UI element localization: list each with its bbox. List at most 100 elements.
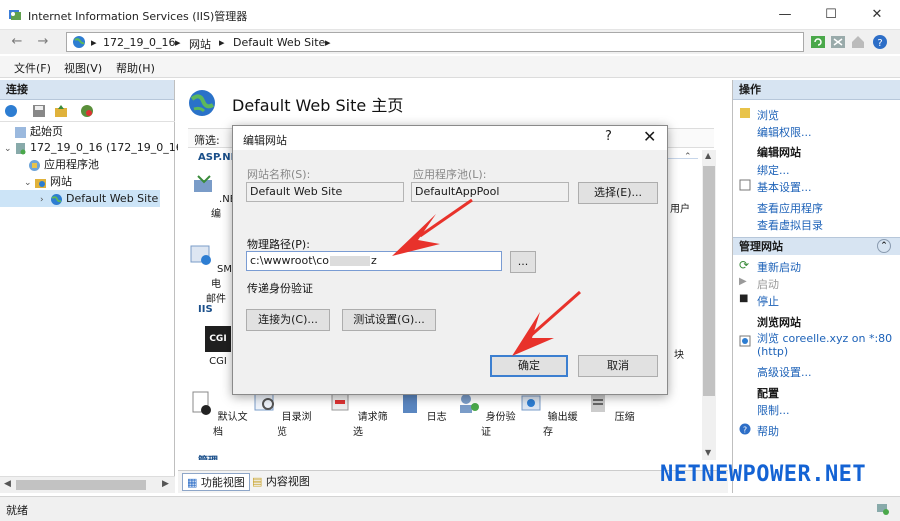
manage-site-header[interactable]: 管理网站 ⌃ [733, 237, 900, 255]
scroll-up-icon[interactable]: ▲ [705, 151, 711, 160]
sites-folder-icon [35, 178, 46, 188]
address-bar: ← → ▸ 172_19_0_16 ▸ 网站 ▸ Default Web Sit… [0, 30, 900, 54]
collapse-section-icon[interactable]: ⌃ [877, 239, 891, 253]
stop-icon[interactable] [829, 33, 847, 51]
action-advanced-settings[interactable]: 高级设置... [757, 364, 812, 380]
tree-item-start-page[interactable]: 起始页 [0, 123, 63, 140]
action-view-virtual-dirs[interactable]: 查看虚拟目录 [757, 217, 823, 233]
cancel-button[interactable]: 取消 [578, 355, 658, 377]
forward-button[interactable]: → [34, 33, 52, 51]
tab-features-view[interactable]: ▦ 功能视图 [182, 473, 250, 491]
action-bindings[interactable]: 绑定... [757, 162, 790, 178]
dialog-title-bar: 编辑网站 ? ✕ [233, 126, 667, 150]
help-icon: ? [739, 423, 751, 435]
feature-block-label[interactable]: 块 [674, 346, 684, 361]
crumb-sites[interactable]: 网站 [189, 36, 211, 52]
action-browse[interactable]: 浏览 [757, 107, 779, 123]
vertical-scroll-thumb[interactable] [703, 166, 715, 396]
menu-help[interactable]: 帮助(H) [116, 60, 155, 76]
feature-users-label[interactable]: 用户 [670, 200, 690, 215]
close-window-button[interactable]: ✕ [854, 0, 900, 30]
physical-path-input[interactable]: c:\wwwroot\co z [246, 251, 502, 271]
app-pool-icon [29, 159, 40, 171]
settings-icon [739, 179, 751, 191]
site-name-field[interactable]: Default Web Site [246, 182, 404, 202]
help-dropdown-icon[interactable]: ? [872, 33, 890, 51]
action-restart[interactable]: 重新启动 [757, 259, 801, 275]
connect-icon[interactable] [4, 104, 18, 118]
tab-content-view[interactable]: ▤ 内容视图 [248, 473, 314, 491]
edit-site-dialog: 编辑网站 ? ✕ 网站名称(S): Default Web Site 应用程序池… [232, 125, 668, 395]
action-help[interactable]: 帮助 [757, 423, 779, 439]
browse-icon [740, 108, 750, 118]
app-pool-label: 应用程序池(L): [413, 168, 487, 181]
site-home-globe-icon [189, 90, 215, 116]
view-tabs: ▦ 功能视图 ▤ 内容视图 [178, 470, 728, 493]
tree-item-sites[interactable]: ⌄ 网站 [0, 173, 72, 190]
action-start: 启动 [757, 278, 779, 291]
home-icon[interactable] [849, 33, 867, 51]
globe-icon [73, 36, 85, 48]
action-view-applications[interactable]: 查看应用程序 [757, 200, 823, 216]
feature-directory-browsing[interactable]: 目录浏览 [252, 390, 312, 440]
scroll-down-icon[interactable]: ▼ [705, 448, 711, 457]
connect-as-button[interactable]: 连接为(C)... [246, 309, 330, 331]
restart-icon: ⟳ [739, 258, 750, 272]
save-icon[interactable] [32, 104, 46, 118]
menu-file[interactable]: 文件(F) [14, 60, 51, 76]
content-view-icon: ▤ [252, 475, 263, 488]
actions-pane: 操作 浏览 编辑权限... 编辑网站 绑定... 基本设置... 查看应用程序 … [732, 80, 900, 493]
disconnect-icon[interactable] [80, 104, 94, 118]
feature-default-document[interactable]: 默认文档 [188, 390, 248, 440]
menu-bar: 文件(F) 视图(V) 帮助(H) [0, 56, 900, 78]
group-iis[interactable]: IIS [198, 304, 213, 315]
feature-request-filtering[interactable]: 请求筛选 [328, 390, 388, 440]
title-bar: Internet Information Services (IIS)管理器 —… [0, 0, 900, 30]
crumb-server[interactable]: 172_19_0_16 [103, 36, 176, 49]
scroll-right-icon[interactable]: ▶ [162, 479, 169, 489]
feature-logging[interactable]: 日志 [392, 390, 452, 440]
refresh-icon[interactable] [809, 33, 827, 51]
dialog-help-button[interactable]: ? [605, 129, 612, 144]
crumb-site[interactable]: Default Web Site [233, 36, 325, 49]
address-field[interactable]: ▸ 172_19_0_16 ▸ 网站 ▸ Default Web Site ▸ [66, 32, 804, 52]
physical-path-label: 物理路径(P): [247, 238, 310, 251]
action-edit-permissions[interactable]: 编辑权限... [757, 124, 812, 140]
back-button[interactable]: ← [8, 33, 26, 51]
horizontal-scrollbar[interactable]: ◀ ▶ [0, 476, 175, 493]
group-management[interactable]: 管理 [198, 452, 218, 460]
collapse-group-icon[interactable]: ⌃ [684, 152, 692, 162]
tree-item-server[interactable]: ⌄ 172_19_0_16 (172_19_0_16\ [0, 139, 186, 156]
start-icon: ▶ [739, 276, 747, 287]
tree-item-default-web-site[interactable]: › Default Web Site [0, 190, 160, 207]
feature-authentication[interactable]: 身份验证 [456, 390, 516, 440]
minimize-button[interactable]: — [762, 0, 808, 30]
action-limits[interactable]: 限制... [757, 402, 790, 418]
action-stop[interactable]: 停止 [757, 293, 779, 309]
vertical-scrollbar[interactable]: ▲ ▼ [702, 150, 716, 460]
section-configure: 配置 [757, 387, 779, 400]
action-basic-settings[interactable]: 基本设置... [757, 179, 812, 195]
scroll-left-icon[interactable]: ◀ [4, 479, 11, 489]
select-app-pool-button[interactable]: 选择(E)... [578, 182, 658, 204]
tree-item-app-pools[interactable]: 应用程序池 [0, 156, 99, 173]
test-settings-button[interactable]: 测试设置(G)... [342, 309, 436, 331]
network-status-icon [877, 504, 889, 515]
redacted-blur [330, 256, 370, 266]
feature-output-caching[interactable]: 输出缓存 [518, 390, 578, 440]
connections-header: 连接 [0, 80, 174, 100]
action-browse-site[interactable]: 浏览 coreelle.xyz on *:80 [757, 330, 892, 346]
menu-view[interactable]: 视图(V) [64, 60, 102, 76]
up-level-icon[interactable] [54, 104, 68, 118]
app-pool-field[interactable]: DefaultAppPool [411, 182, 569, 202]
browse-path-button[interactable]: ... [510, 251, 536, 273]
maximize-button[interactable]: ☐ [808, 0, 854, 30]
feature-compression[interactable]: 压缩 [580, 390, 640, 440]
ok-button[interactable]: 确定 [490, 355, 568, 377]
dialog-close-button[interactable]: ✕ [643, 127, 656, 146]
action-browse-site-protocol[interactable]: (http) [757, 345, 788, 358]
scroll-thumb[interactable] [16, 480, 146, 490]
section-edit-site: 编辑网站 [757, 146, 801, 159]
window-title: Internet Information Services (IIS)管理器 [28, 10, 248, 23]
collapse-chevron-icon[interactable]: › [40, 192, 50, 209]
